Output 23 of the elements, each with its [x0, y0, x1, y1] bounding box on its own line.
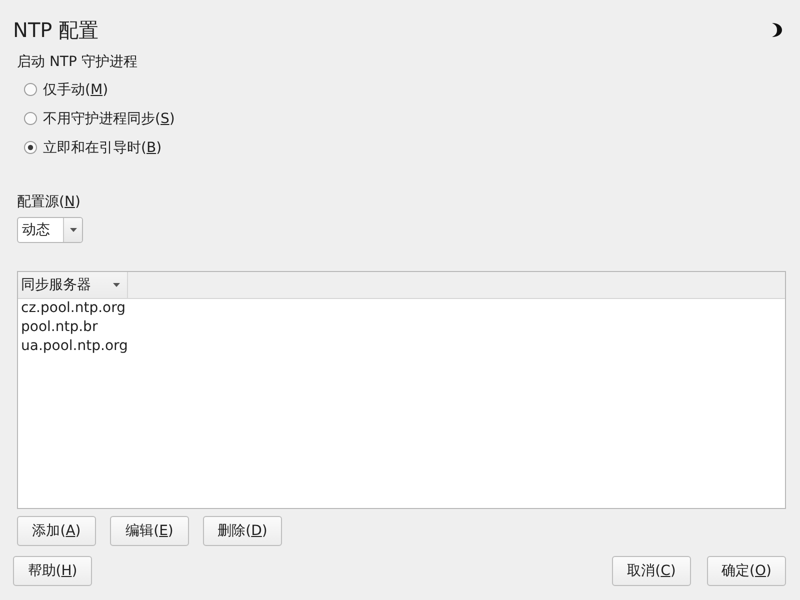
table-row[interactable]: cz.pool.ntp.org: [18, 299, 785, 318]
window-title: NTP 配置: [13, 18, 99, 42]
radio-button[interactable]: [24, 83, 37, 96]
section-label: 启动 NTP 守护进程: [17, 53, 138, 72]
sort-arrow-icon: [113, 283, 120, 287]
radio-button[interactable]: [24, 141, 37, 154]
source-dropdown[interactable]: 动态: [17, 217, 83, 243]
edit-button[interactable]: 编辑(E): [110, 516, 189, 546]
add-button[interactable]: 添加(A): [17, 516, 96, 546]
dropdown-caret-icon: [70, 228, 76, 232]
table-row[interactable]: pool.ntp.br: [18, 318, 785, 337]
delete-button[interactable]: 删除(D): [203, 516, 282, 546]
moon-icon: [771, 23, 782, 37]
help-button[interactable]: 帮助(H): [13, 556, 92, 586]
table-row[interactable]: ua.pool.ntp.org: [18, 337, 785, 356]
radio-button[interactable]: [24, 112, 37, 125]
cancel-button[interactable]: 取消(C): [612, 556, 691, 586]
ok-button[interactable]: 确定(O): [707, 556, 786, 586]
column-header[interactable]: 同步服务器: [18, 272, 128, 299]
radio-label[interactable]: 仅手动(M): [43, 80, 108, 98]
radio-label[interactable]: 不用守护进程同步(S): [43, 110, 175, 128]
field-label: 配置源(N): [17, 193, 80, 212]
radio-label[interactable]: 立即和在引导时(B): [43, 138, 162, 156]
